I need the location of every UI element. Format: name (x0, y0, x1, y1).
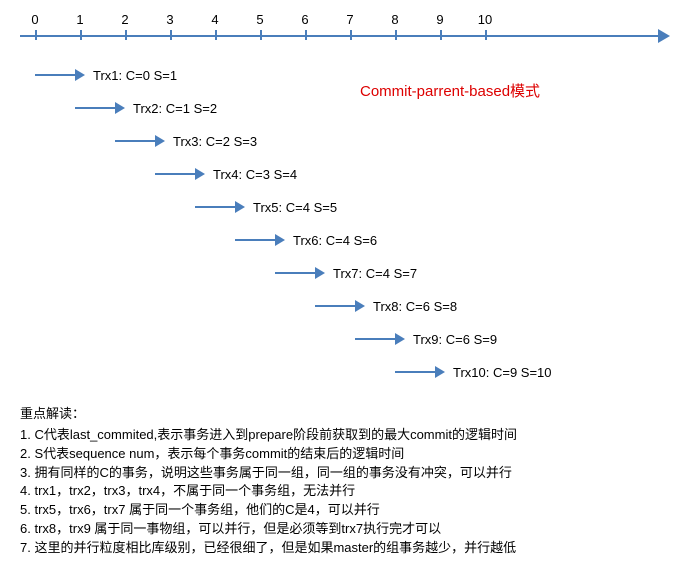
trx-row: Trx3: C=2 S=3 (115, 131, 257, 151)
note-line: 5. trx5，trx6，trx7 属于同一个事务组，他们的C是4，可以并行 (20, 501, 673, 520)
tick (215, 30, 217, 40)
transactions-area: Commit-parrent-based模式 Trx1: C=0 S=1 Trx2… (20, 60, 673, 400)
tick-label: 0 (31, 12, 38, 27)
note-line: 2. S代表sequence num，表示每个事务commit的结束后的逻辑时间 (20, 445, 673, 464)
tick-label: 3 (166, 12, 173, 27)
trx-row: Trx8: C=6 S=8 (315, 296, 457, 316)
note-line: 7. 这里的并行粒度相比库级别，已经很细了，但是如果master的组事务越少，并… (20, 539, 673, 558)
note-line: 3. 拥有同样的C的事务，说明这些事务属于同一组，同一组的事务没有冲突，可以并行 (20, 464, 673, 483)
tick-label: 5 (256, 12, 263, 27)
trx-row: Trx9: C=6 S=9 (355, 329, 497, 349)
trx-arrow-icon (355, 338, 395, 340)
timeline-arrow-icon (658, 29, 670, 43)
tick (350, 30, 352, 40)
trx-row: Trx10: C=9 S=10 (395, 362, 552, 382)
trx-label: Trx5: C=4 S=5 (253, 200, 337, 215)
trx-row: Trx5: C=4 S=5 (195, 197, 337, 217)
tick-label: 6 (301, 12, 308, 27)
tick (170, 30, 172, 40)
tick-label: 1 (76, 12, 83, 27)
trx-label: Trx7: C=4 S=7 (333, 266, 417, 281)
trx-label: Trx3: C=2 S=3 (173, 134, 257, 149)
trx-arrow-icon (155, 173, 195, 175)
tick (80, 30, 82, 40)
tick-label: 7 (346, 12, 353, 27)
trx-row: Trx7: C=4 S=7 (275, 263, 417, 283)
tick-label: 2 (121, 12, 128, 27)
timeline-axis: 012345678910 (20, 20, 673, 50)
tick (485, 30, 487, 40)
tick-label: 8 (391, 12, 398, 27)
tick-label: 9 (436, 12, 443, 27)
tick (125, 30, 127, 40)
notes-title: 重点解读： (20, 405, 673, 424)
trx-label: Trx1: C=0 S=1 (93, 68, 177, 83)
tick (395, 30, 397, 40)
tick (440, 30, 442, 40)
trx-arrow-icon (195, 206, 235, 208)
tick (35, 30, 37, 40)
trx-label: Trx8: C=6 S=8 (373, 299, 457, 314)
trx-label: Trx9: C=6 S=9 (413, 332, 497, 347)
trx-row: Trx4: C=3 S=4 (155, 164, 297, 184)
trx-label: Trx10: C=9 S=10 (453, 365, 552, 380)
tick-label: 4 (211, 12, 218, 27)
notes-section: 重点解读： 1. C代表last_commited,表示事务进入到prepare… (20, 405, 673, 558)
tick (260, 30, 262, 40)
timeline-line (20, 35, 660, 37)
trx-row: Trx1: C=0 S=1 (35, 65, 177, 85)
note-line: 1. C代表last_commited,表示事务进入到prepare阶段前获取到… (20, 426, 673, 445)
trx-arrow-icon (35, 74, 75, 76)
note-line: 6. trx8，trx9 属于同一事物组，可以并行，但是必须等到trx7执行完才… (20, 520, 673, 539)
trx-arrow-icon (115, 140, 155, 142)
trx-arrow-icon (235, 239, 275, 241)
trx-arrow-icon (395, 371, 435, 373)
tick (305, 30, 307, 40)
trx-arrow-icon (275, 272, 315, 274)
trx-arrow-icon (75, 107, 115, 109)
trx-arrow-icon (315, 305, 355, 307)
trx-label: Trx6: C=4 S=6 (293, 233, 377, 248)
trx-row: Trx6: C=4 S=6 (235, 230, 377, 250)
trx-label: Trx4: C=3 S=4 (213, 167, 297, 182)
trx-label: Trx2: C=1 S=2 (133, 101, 217, 116)
mode-label: Commit-parrent-based模式 (360, 80, 540, 101)
note-line: 4. trx1，trx2，trx3，trx4，不属于同一个事务组，无法并行 (20, 482, 673, 501)
trx-row: Trx2: C=1 S=2 (75, 98, 217, 118)
tick-label: 10 (478, 12, 492, 27)
